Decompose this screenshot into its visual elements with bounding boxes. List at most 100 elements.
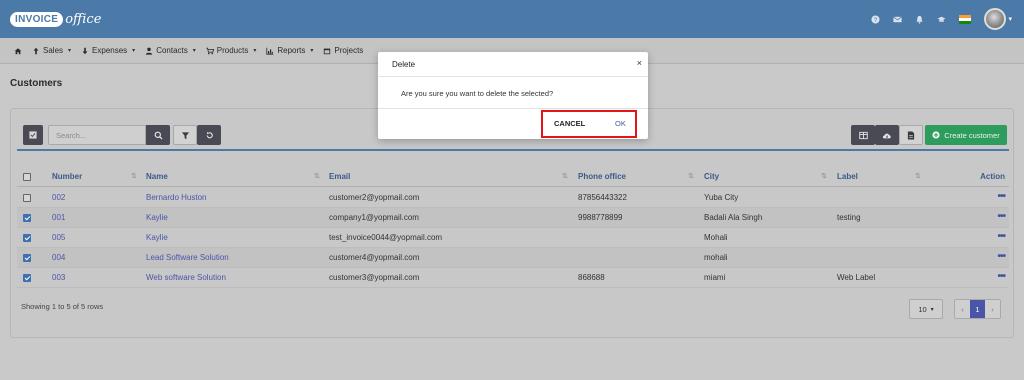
select-all-checkbox[interactable] [23,173,31,181]
cloud-download-icon [882,133,891,138]
cell-name[interactable]: Web software Solution [146,268,226,288]
download-button[interactable] [875,125,899,145]
mail-icon[interactable] [893,15,903,24]
sort-icon[interactable]: ⇅ [688,167,694,187]
column-header-label[interactable]: Label [837,167,858,187]
customers-card: Search... Create customer Number ⇅ Name … [10,108,1014,338]
nav-item-reports[interactable]: Reports ▾ [266,46,313,55]
logo-script-text: office [65,11,102,27]
app-logo[interactable]: INVOICE office [10,9,101,29]
filter-icon [181,131,189,139]
search-icon [154,131,163,140]
row-actions-icon[interactable]: ••• [997,248,1005,268]
chevron-down-icon: ▾ [192,48,196,54]
dialog-title: Delete [392,60,416,69]
nav-item-contacts[interactable]: Contacts ▾ [145,46,196,55]
search-placeholder: Search... [56,130,87,140]
india-flag-icon[interactable] [959,14,972,24]
columns-icon [858,131,868,139]
cell-name[interactable]: Kaylie [146,208,168,228]
column-header-action: Action [980,172,1005,181]
chevron-down-icon: ▾ [68,48,72,54]
calendar-icon [324,48,331,54]
sort-icon[interactable]: ⇅ [562,167,568,187]
column-header-name[interactable]: Name [146,167,168,187]
sort-icon[interactable]: ⇅ [314,167,320,187]
table-row[interactable]: 004 Lead Software Solution customer4@yop… [17,248,1009,268]
bell-icon[interactable] [915,15,924,24]
column-header-city[interactable]: City [704,167,719,187]
cell-number[interactable]: 003 [52,268,65,288]
page-size-select[interactable]: 10 ▾ [909,299,943,319]
chevron-down-icon: ▾ [253,48,257,54]
row-actions-icon[interactable]: ••• [997,228,1005,248]
row-actions-icon[interactable]: ••• [997,268,1005,288]
row-checkbox[interactable] [23,254,31,262]
row-checkbox[interactable] [23,194,31,202]
cell-name[interactable]: Bernardo Huston [146,188,206,208]
delete-confirm-dialog: Delete × Are you sure you want to delete… [378,52,648,139]
row-actions-icon[interactable]: ••• [997,188,1005,208]
table-row[interactable]: 003 Web software Solution customer3@yopm… [17,268,1009,288]
cell-city: miami [704,273,726,282]
nav-item-products[interactable]: Products ▾ [206,46,257,55]
cell-email: customer4@yopmail.com [329,253,420,262]
columns-button[interactable] [851,125,875,145]
home-icon[interactable] [14,47,22,55]
dialog-message: Are you sure you want to delete the sele… [401,89,554,98]
cell-number[interactable]: 005 [52,228,65,248]
column-header-phone[interactable]: Phone office [578,167,626,187]
row-checkbox[interactable] [23,234,31,242]
nav-item-sales[interactable]: Sales ▾ [32,46,71,55]
table-row[interactable]: 001 Kaylie company1@yopmail.com 99887788… [17,208,1009,228]
page-button-1[interactable]: 1 [970,300,985,318]
user-icon [145,47,153,55]
chevron-down-icon: ▾ [132,48,136,54]
graduation-cap-icon[interactable] [937,15,947,24]
cell-name[interactable]: Kaylie [146,228,168,248]
select-all-button[interactable] [23,125,43,145]
search-button[interactable] [146,125,170,145]
top-icons: ? ▾ [871,8,1012,30]
cell-email: customer2@yopmail.com [329,193,420,202]
column-header-number[interactable]: Number [52,167,82,187]
bar-chart-icon [266,47,274,55]
table-row[interactable]: 005 Kaylie test_invoice0044@yopmail.com … [17,228,1009,248]
prev-page-button[interactable]: ‹ [955,300,970,318]
cell-number[interactable]: 004 [52,248,65,268]
row-checkbox[interactable] [23,274,31,282]
next-page-button[interactable]: › [985,300,1000,318]
cell-name[interactable]: Lead Software Solution [146,248,229,268]
table-row[interactable]: 002 Bernardo Huston customer2@yopmail.co… [17,188,1009,208]
nav-item-projects[interactable]: Projects [323,46,363,55]
sort-icon[interactable]: ⇅ [915,167,921,187]
close-icon[interactable]: × [637,58,642,68]
ok-button[interactable]: OK [615,119,626,128]
cell-number[interactable]: 002 [52,188,65,208]
cell-phone: 87856443322 [578,193,627,202]
sort-icon[interactable]: ⇅ [821,167,827,187]
user-menu[interactable]: ▾ [984,8,1012,30]
row-checkbox[interactable] [23,214,31,222]
help-icon[interactable]: ? [871,14,881,24]
create-customer-button[interactable]: Create customer [925,125,1007,145]
cell-label: Web Label [837,273,876,282]
plus-circle-icon [932,131,940,139]
chevron-down-icon: ▾ [1008,16,1012,23]
arrow-up-icon [33,47,39,54]
cancel-button[interactable]: CANCEL [554,119,585,128]
cart-icon [206,47,214,54]
column-header-email[interactable]: Email [329,167,350,187]
sort-icon[interactable]: ⇅ [131,167,137,187]
search-input[interactable]: Search... [48,125,146,145]
dialog-body: Are you sure you want to delete the sele… [378,77,648,109]
page-size-value: 10 [918,304,927,314]
file-icon [907,131,915,139]
reset-button[interactable] [197,125,221,145]
export-button[interactable] [899,125,923,145]
pagination-summary: Showing 1 to 5 of 5 rows [21,302,104,311]
cell-number[interactable]: 001 [52,208,65,228]
row-actions-icon[interactable]: ••• [997,208,1005,228]
nav-item-expenses[interactable]: Expenses ▾ [81,46,135,55]
filter-button[interactable] [173,125,197,145]
